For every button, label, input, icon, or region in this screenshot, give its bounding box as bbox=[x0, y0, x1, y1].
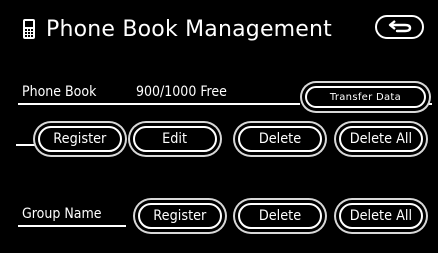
phone-book-management-screen: Phone Book Management Phone Book 900/100… bbox=[0, 0, 438, 253]
return-arrow-icon bbox=[387, 18, 413, 37]
edit-button[interactable]: Edit bbox=[133, 126, 217, 152]
delete-all-label: Delete All bbox=[349, 131, 413, 147]
group-delete-all-button[interactable]: Delete All bbox=[339, 203, 423, 229]
title-bar: Phone Book Management bbox=[22, 14, 332, 44]
register-label: Register bbox=[53, 131, 107, 147]
group-delete-all-label: Delete All bbox=[349, 208, 413, 224]
group-name-divider bbox=[18, 225, 126, 227]
phone-book-divider bbox=[18, 103, 300, 105]
phone-handset-icon bbox=[22, 18, 36, 40]
delete-button[interactable]: Delete bbox=[238, 126, 322, 152]
delete-label: Delete bbox=[258, 131, 302, 147]
action-row-line bbox=[16, 144, 36, 146]
group-register-label: Register bbox=[153, 208, 207, 224]
transfer-data-label: Transfer Data bbox=[329, 91, 402, 103]
delete-all-button[interactable]: Delete All bbox=[339, 126, 423, 152]
phone-book-label: Phone Book bbox=[22, 84, 97, 100]
page-title: Phone Book Management bbox=[46, 16, 333, 42]
register-button[interactable]: Register bbox=[38, 126, 122, 152]
group-register-button[interactable]: Register bbox=[138, 203, 222, 229]
edit-label: Edit bbox=[162, 131, 188, 147]
group-name-label: Group Name bbox=[22, 206, 102, 222]
group-delete-button[interactable]: Delete bbox=[238, 203, 322, 229]
phone-book-capacity: 900/1000 Free bbox=[136, 84, 227, 100]
back-button[interactable] bbox=[375, 15, 424, 39]
transfer-data-button[interactable]: Transfer Data bbox=[305, 86, 426, 108]
phone-book-divider-end bbox=[428, 103, 432, 105]
group-delete-label: Delete bbox=[258, 208, 302, 224]
